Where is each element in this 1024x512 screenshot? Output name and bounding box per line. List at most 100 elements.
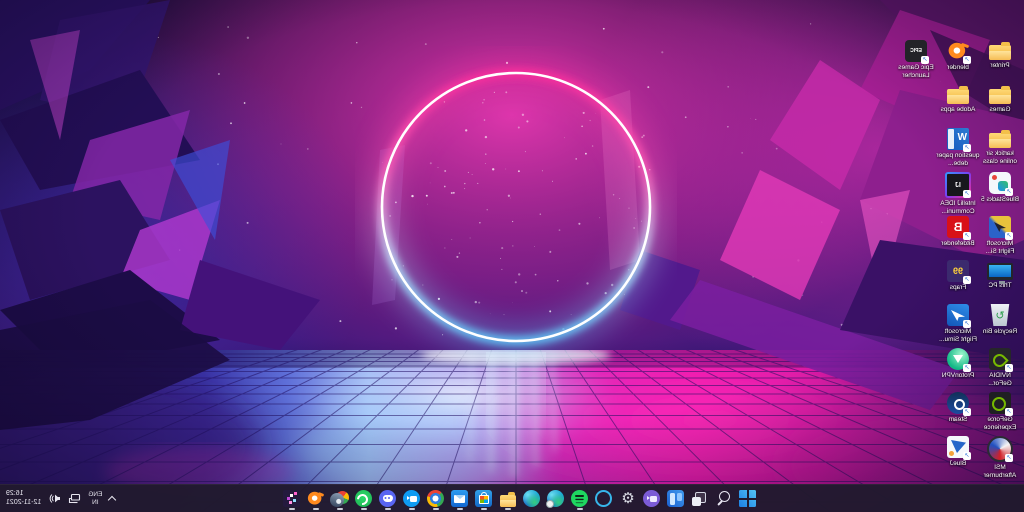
- running-indicator: [289, 508, 295, 510]
- desktop-icon-label: question paper debe...: [936, 152, 980, 167]
- desktop-icon-bitdefender[interactable]: Bitdefender: [938, 216, 978, 260]
- desktop-icon-geforce-experience[interactable]: GeForce Experience: [980, 392, 1020, 436]
- desktop-icon-microsoft-flight-si[interactable]: Microsoft Flight Si...: [980, 216, 1020, 260]
- desktop-icon-this-pc[interactable]: This PC: [980, 260, 1020, 304]
- desktop-icon-recycle-bin[interactable]: Recycle Bin: [980, 304, 1020, 348]
- taskbar-icon-discord[interactable]: [376, 486, 400, 511]
- desktop-icon-label: NVIDIA GeFor...: [978, 372, 1022, 387]
- desktop-icon-label: Epic Games Launcher: [894, 64, 938, 79]
- desktop-icon-label: IntelliJ IDEA Communi...: [936, 200, 980, 215]
- desktop-icon-epic-games-launcher[interactable]: Epic Games Launcher: [896, 40, 936, 84]
- start-icon: [740, 490, 757, 507]
- shortcut-arrow-icon: [963, 364, 971, 372]
- file-explorer-icon: [500, 495, 516, 507]
- running-indicator: [433, 508, 439, 510]
- shortcut-arrow-icon: [963, 452, 971, 460]
- taskbar-icon-file-explorer[interactable]: [496, 486, 520, 511]
- mail-icon: [452, 490, 469, 507]
- taskbar-icon-cortana[interactable]: [592, 486, 616, 511]
- running-indicator: [361, 508, 367, 510]
- shortcut-arrow-icon: [1005, 232, 1013, 240]
- running-indicator: [577, 508, 583, 510]
- desktop-icon-adobe-apps[interactable]: Adobe apps: [938, 84, 978, 128]
- taskbar-icon-blender[interactable]: [304, 486, 328, 511]
- recycle-bin-icon: [989, 304, 1011, 326]
- steam-icon: [332, 490, 349, 507]
- edge-icon: [524, 490, 541, 507]
- hidden-icons-chevron-icon[interactable]: [109, 495, 116, 502]
- network-icon[interactable]: [68, 492, 81, 505]
- spotify-icon: [572, 490, 589, 507]
- blender-icon: [947, 40, 969, 62]
- shortcut-arrow-icon: [1005, 408, 1013, 416]
- desktop-icon-label: BlueStacks 5: [978, 196, 1022, 204]
- taskbar-pinned-apps: [280, 485, 760, 512]
- shortcut-arrow-icon: [1005, 188, 1013, 196]
- taskbar-icon-spotify[interactable]: [568, 486, 592, 511]
- desktop-icon-steam[interactable]: Steam: [938, 392, 978, 436]
- shortcut-arrow-icon: [963, 408, 971, 416]
- desktop-icon-blender[interactable]: blender: [938, 40, 978, 84]
- desktop-icon-msi-afterburner[interactable]: MSI Afterburner: [980, 436, 1020, 480]
- taskbar-icon-widgets[interactable]: [664, 486, 688, 511]
- desktop-icon-label: kartick sir online class: [978, 150, 1022, 165]
- running-indicator: [505, 508, 511, 510]
- system-tray: ENG IN 16:29: [6, 485, 116, 512]
- desktop-icon-label: Bitdefender: [936, 240, 980, 248]
- taskbar-icon-edge[interactable]: [520, 486, 544, 511]
- microsoft-store-icon: [476, 490, 493, 507]
- desktop-icon-kartick-sir-online-class[interactable]: kartick sir online class: [980, 128, 1020, 172]
- desktop-icon-column-2: blender Adobe apps question paper debe..…: [938, 40, 978, 480]
- desktop-icon-bluej[interactable]: BlueJ: [938, 436, 978, 480]
- running-indicator: [457, 508, 463, 510]
- geforce-experience-icon: [989, 392, 1011, 414]
- taskbar-icon-search[interactable]: [712, 486, 736, 511]
- desktop-icon-column-1: Printer Games kartick sir online class: [980, 40, 1020, 480]
- language-indicator[interactable]: ENG IN: [88, 491, 102, 506]
- desktop-icon-printer[interactable]: Printer: [980, 40, 1020, 84]
- taskbar-icon-mail[interactable]: [448, 486, 472, 511]
- desktop-icon-fraps[interactable]: Fraps: [938, 260, 978, 304]
- taskbar-icon-chat[interactable]: [640, 486, 664, 511]
- shortcut-arrow-icon: [963, 232, 971, 240]
- desktop-icon-column-3: Epic Games Launcher: [896, 40, 936, 480]
- chrome-icon: [428, 490, 445, 507]
- clock-time: 16:29: [6, 490, 24, 497]
- printer-icon: [989, 45, 1011, 60]
- shortcut-arrow-icon: [963, 190, 971, 198]
- protonvpn-icon: [947, 348, 969, 370]
- shortcut-arrow-icon: [1005, 364, 1013, 372]
- desktop-icon-question-paper[interactable]: question paper debe...: [938, 128, 978, 172]
- taskbar-icon-steam[interactable]: [328, 486, 352, 511]
- volume-icon[interactable]: [48, 492, 61, 505]
- desktop-icon-intellij-idea[interactable]: IntelliJ IDEA Communi...: [938, 172, 978, 216]
- chat-icon: [644, 490, 661, 507]
- language-line2: IN: [92, 499, 99, 506]
- running-indicator: [337, 508, 343, 510]
- taskbar-icon-whatsapp[interactable]: [352, 486, 376, 511]
- taskbar-icon-settings[interactable]: [616, 486, 640, 511]
- desktop-icon-protonvpn[interactable]: ProtonVPN: [938, 348, 978, 392]
- taskbar-icon-start[interactable]: [736, 486, 760, 511]
- desktop-icon-bluestacks-5[interactable]: BlueStacks 5: [980, 172, 1020, 216]
- clock[interactable]: 16:29 12-11-2021: [6, 490, 41, 507]
- fraps-icon: [947, 260, 969, 282]
- shortcut-arrow-icon: [963, 56, 971, 64]
- desktop-icon-games[interactable]: Games: [980, 84, 1020, 128]
- desktop-icon-label: Games: [978, 106, 1022, 114]
- taskbar-icon-pixel-game[interactable]: [280, 486, 304, 511]
- taskbar-icon-microsoft-store[interactable]: [472, 486, 496, 511]
- desktop-icon-label: Microsoft Flight Si...: [978, 240, 1022, 255]
- taskbar-icon-task-view[interactable]: [688, 486, 712, 511]
- desktop-icon-nvidia-gefor[interactable]: NVIDIA GeFor...: [980, 348, 1020, 392]
- taskbar-icon-chrome[interactable]: [424, 486, 448, 511]
- desktop-icon-label: Recycle Bin: [978, 328, 1022, 336]
- taskbar-icon-google-duo[interactable]: [400, 486, 424, 511]
- question-paper-icon: [947, 128, 969, 150]
- shortcut-arrow-icon: [963, 144, 971, 152]
- search-icon: [716, 490, 733, 507]
- shortcut-arrow-icon: [963, 276, 971, 284]
- taskbar-icon-edge-profile[interactable]: [544, 486, 568, 511]
- desktop-icon-label: Adobe apps: [936, 106, 980, 114]
- desktop-icon-microsoft-flight-simu[interactable]: Microsoft Flight Simu...: [938, 304, 978, 348]
